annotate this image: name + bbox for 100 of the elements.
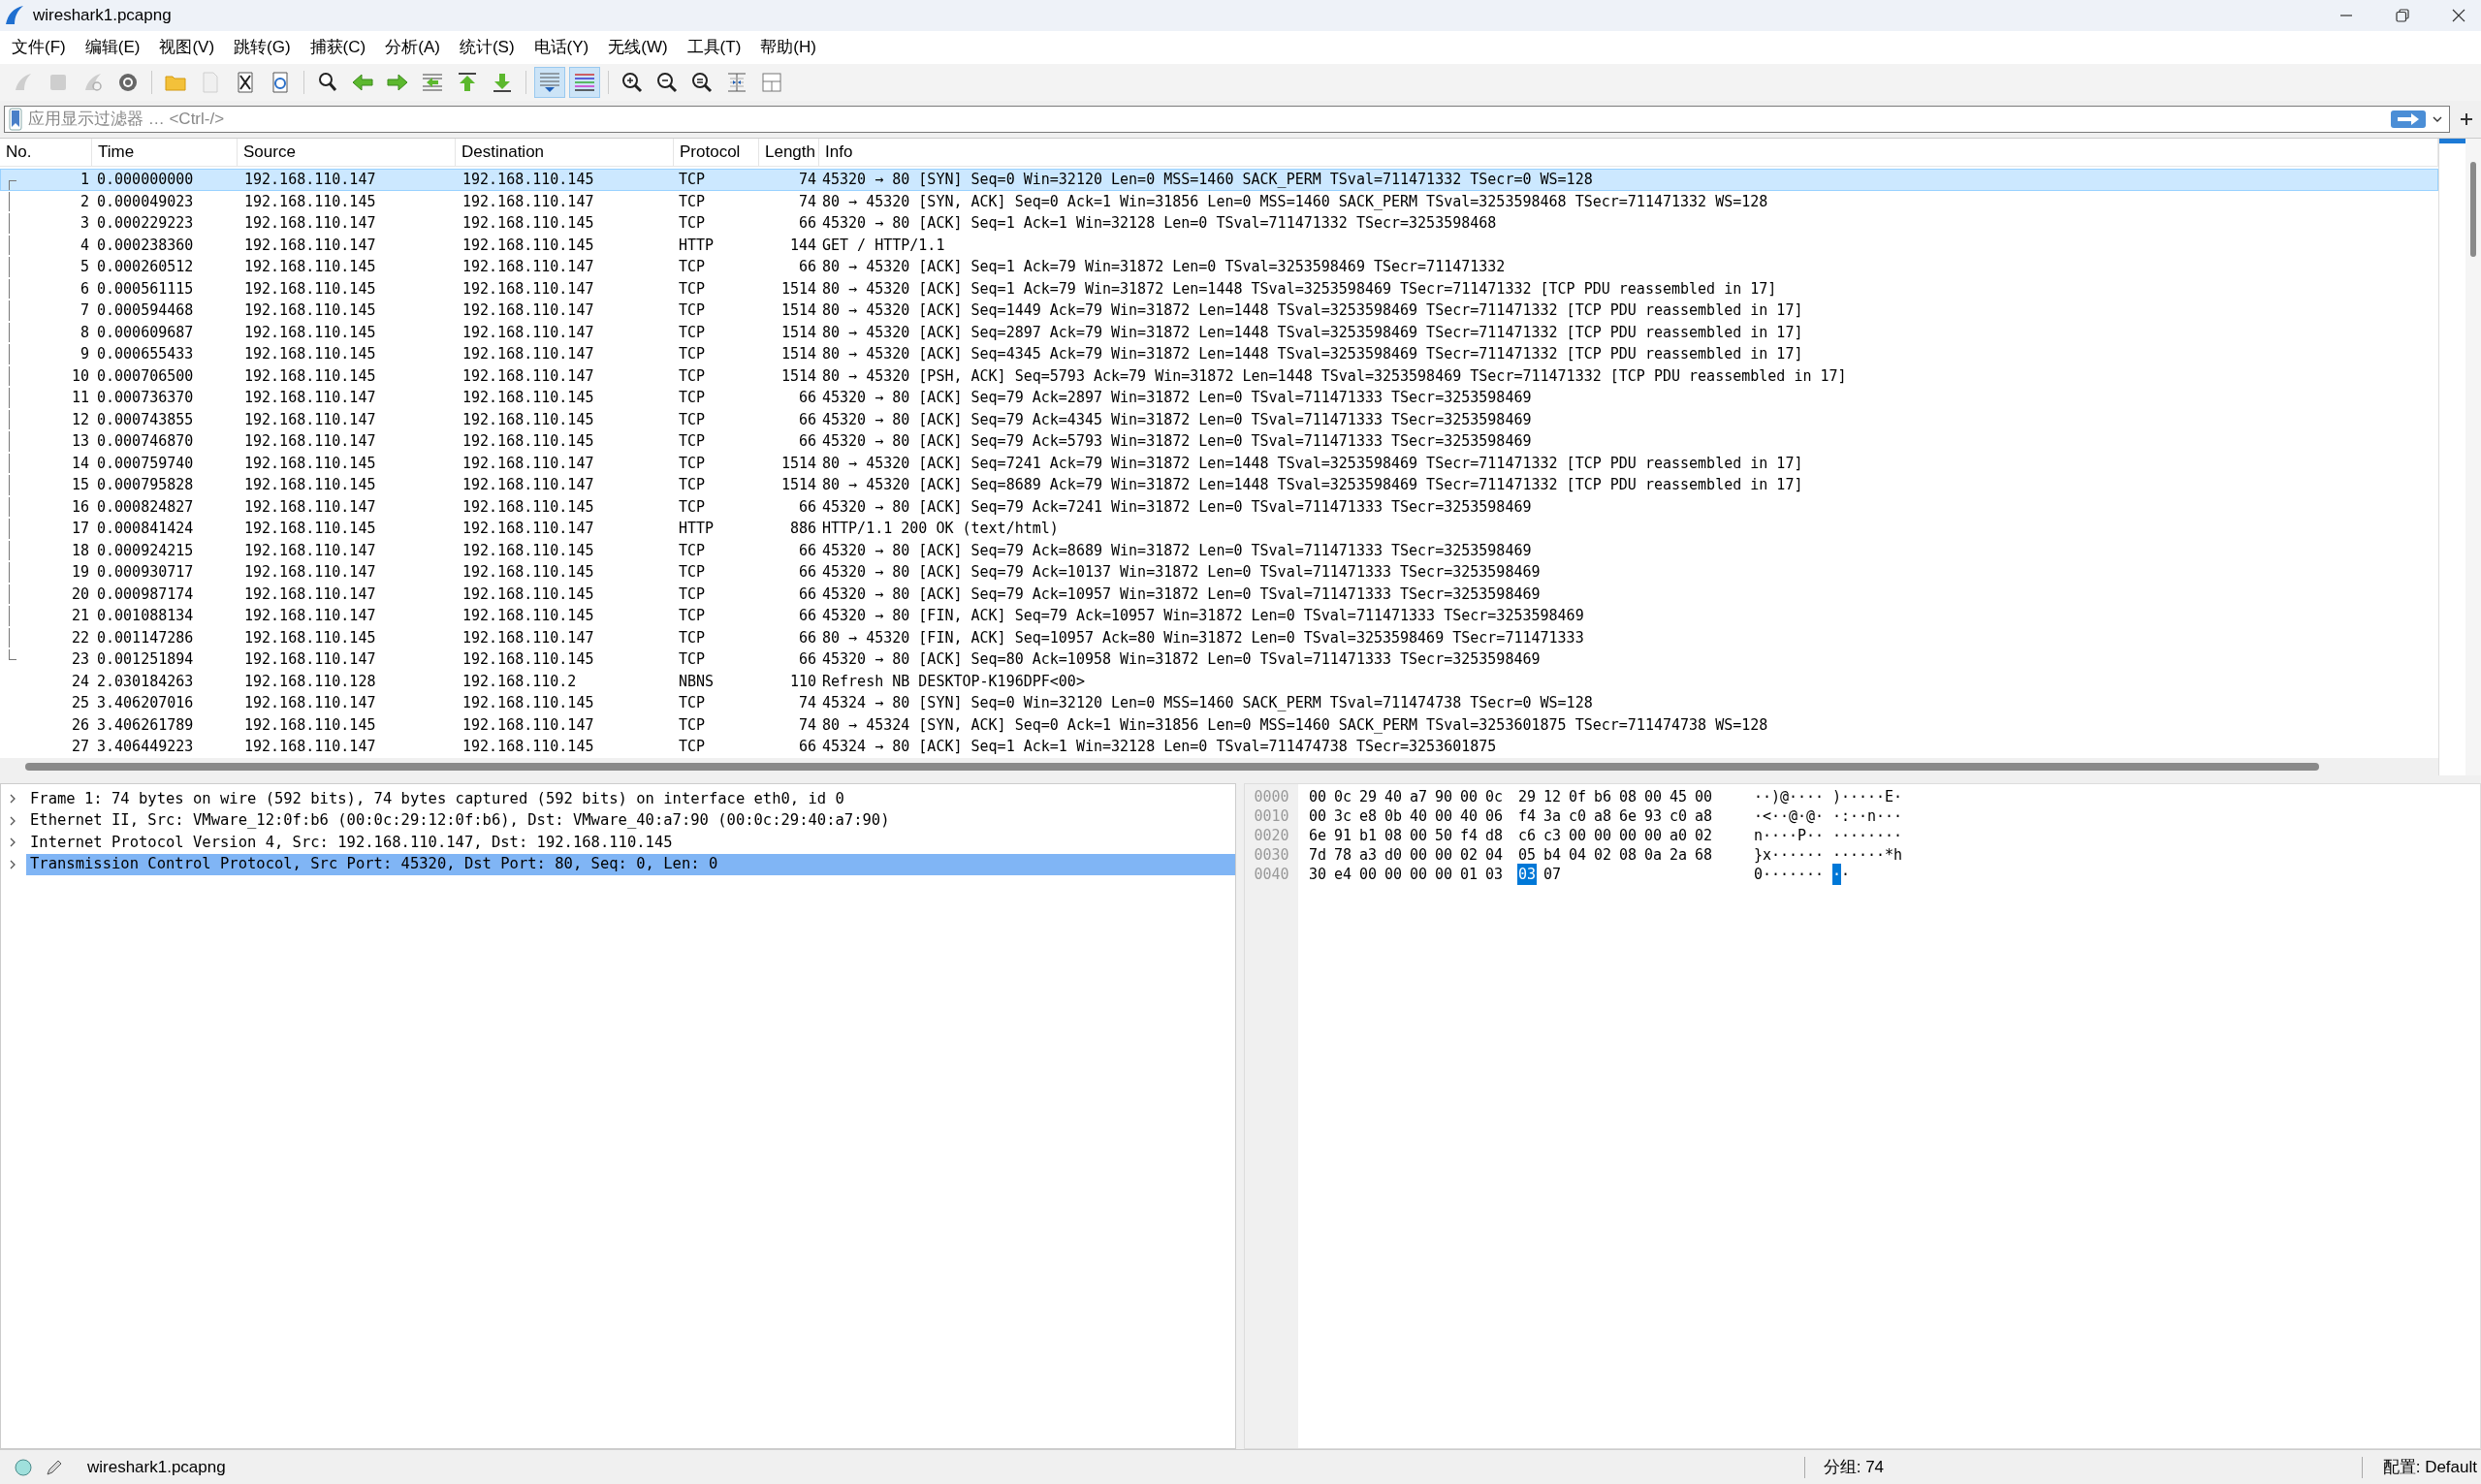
table-cell: 15: [71, 475, 89, 495]
table-cell: 19: [71, 562, 89, 583]
packet-row[interactable]: 7 0.000594468 192.168.110.145 192.168.110.147 TCP 1514 80 → 45320 [ACK] Seq=1449 Ack=79 Win=31872 Len=1448 TSval=3253598469 TSecr=711471332 [TCP PDU reassembled in 17]: [0, 300, 2438, 322]
packet-row[interactable]: 24 2.030184263 192.168.110.128 192.168.110.2 NBNS 110 Refresh NB DESKTOP-K196DPF<00>: [0, 670, 2438, 692]
plus-icon[interactable]: [2460, 112, 2473, 126]
tree-item[interactable]: Transmission Control Protocol, Src Port: 45320, Dst Port: 80, Seq: 0, Len: 0: [26, 853, 1235, 875]
table-cell: 45320 → 80 [ACK] Seq=79 Ack=2897 Win=31872 Len=0 TSval=711471333 TSecr=3253598469: [822, 389, 1532, 406]
table-cell: TCP: [679, 171, 706, 188]
scrollbar-thumb[interactable]: [2470, 162, 2476, 257]
restore-icon[interactable]: [2396, 9, 2409, 22]
packet-row[interactable]: 26 3.406261789 192.168.110.145 192.168.110.147 TCP 74 80 → 45324 [SYN, ACK] Seq=0 Ack=1 Win=31856 Len=0 MSS=1460 SACK_PERM TSval=3253601875 TSecr=711474738 WS=128: [0, 713, 2438, 736]
bookmark-icon[interactable]: [9, 108, 22, 131]
menu-item[interactable]: 无线(W): [598, 35, 678, 60]
table-cell: 45320 → 80 [ACK] Seq=79 Ack=10957 Win=31872 Len=0 TSval=711471333 TSecr=3253598469: [822, 584, 1541, 603]
packet-row[interactable]: 19 0.000930717 192.168.110.147 192.168.110.145 TCP 66 45320 → 80 [ACK] Seq=79 Ack=10137 Win=31872 Len=0 TSval=711471333 TSecr=3253598469: [0, 561, 2438, 584]
caret-icon[interactable]: [2432, 114, 2443, 124]
table-cell: 192.168.110.145: [462, 738, 594, 755]
menu-item[interactable]: 文件(F): [2, 35, 76, 60]
packet-row[interactable]: 16 0.000824827 192.168.110.147 192.168.110.145 TCP 66 45320 → 80 [ACK] Seq=79 Ack=7241 Win=31872 Len=0 TSval=711471333 TSecr=3253598469: [0, 495, 2438, 518]
packet-row[interactable]: 8 0.000609687 192.168.110.145 192.168.110.147 TCP 1514 80 → 45320 [ACK] Seq=2897 Ack=79 Win=31872 Len=1448 TSval=3253598469 TSecr=711471332 [TCP PDU reassembled in 17]: [0, 321, 2438, 343]
table-cell: TCP: [679, 389, 706, 406]
packet-row[interactable]: 9 0.000655433 192.168.110.145 192.168.110.147 TCP 1514 80 → 45320 [ACK] Seq=4345 Ack=79 Win=31872 Len=1448 TSval=3253598469 TSecr=711471332 [TCP PDU reassembled in 17]: [0, 343, 2438, 365]
table-cell: 3.406449223: [97, 738, 194, 755]
menu-item[interactable]: 跳转(G): [224, 35, 301, 60]
vertical-scrollbar[interactable]: [2438, 139, 2481, 775]
table-cell: 192.168.110.145: [462, 563, 594, 581]
menu-item[interactable]: 分析(A): [375, 35, 450, 60]
profile-name: 配置: Default: [2382, 1456, 2477, 1478]
layout-panes-icon: [760, 71, 783, 94]
table-cell: 74: [798, 171, 816, 188]
menu-item[interactable]: 电话(Y): [524, 35, 599, 60]
column-header[interactable]: Source: [238, 139, 456, 166]
packet-row[interactable]: 3 0.000229223 192.168.110.147 192.168.110.145 TCP 66 45320 → 80 [ACK] Seq=1 Ack=1 Win=32128 Len=0 TSval=711471332 TSecr=3253598468: [0, 212, 2438, 235]
table-cell: 66: [798, 628, 816, 647]
table-cell: TCP: [679, 192, 706, 210]
horizontal-scrollbar[interactable]: [0, 758, 2438, 775]
table-cell: 66: [798, 214, 816, 232]
packet-row[interactable]: 2 0.000049023 192.168.110.145 192.168.110.147 TCP 74 80 → 45320 [SYN, ACK] Seq=0 Ack=1 Win=31856 Len=0 MSS=1460 SACK_PERM TSval=3253598468 TSecr=711471332 WS=128: [0, 190, 2438, 212]
packet-row[interactable]: 23 0.001251894 192.168.110.147 192.168.110.145 TCP 66 45320 → 80 [ACK] Seq=80 Ack=10958 Win=31872 Len=0 TSval=711471333 TSecr=3253598469: [0, 648, 2438, 671]
zoom-in-icon: [620, 71, 644, 94]
column-header[interactable]: Protocol: [674, 139, 759, 166]
hex-byte[interactable]: 03: [1517, 863, 1537, 886]
first-packet-icon: [456, 71, 479, 94]
table-cell: HTTP: [679, 236, 715, 254]
table-cell: 80 → 45320 [ACK] Seq=1 Ack=79 Win=31872 Len=1448 TSval=3253598469 TSecr=711471332 [TCP PDU reassembled in 17]: [822, 279, 1777, 298]
table-cell: 192.168.110.147: [462, 323, 594, 341]
table-cell: 0.000746870: [97, 432, 194, 450]
column-header[interactable]: No.: [0, 139, 92, 166]
autoscroll-button[interactable]: [534, 67, 565, 98]
packet-row[interactable]: 17 0.000841424 192.168.110.145 192.168.110.147 HTTP 886 HTTP/1.1 200 OK (text/html): [0, 518, 2438, 540]
packet-row[interactable]: 21 0.001088134 192.168.110.147 192.168.110.145 TCP 66 45320 → 80 [FIN, ACK] Seq=79 Ack=10957 Win=31872 Len=0 TSval=711471333 TSecr=3253598469: [0, 605, 2438, 627]
table-cell: Refresh NB DESKTOP-K196DPF<00>: [822, 672, 1085, 690]
close-icon[interactable]: [2452, 9, 2465, 22]
menu-item[interactable]: 编辑(E): [75, 35, 150, 60]
table-cell: 1514: [780, 301, 816, 319]
packet-row[interactable]: 5 0.000260512 192.168.110.145 192.168.110.147 TCP 66 80 → 45320 [ACK] Seq=1 Ack=79 Win=31872 Len=0 TSval=3253598469 TSecr=711471332: [0, 256, 2438, 278]
tree-item[interactable]: Ethernet II, Src: VMware_12:0f:b6 (00:0c:29:12:0f:b6), Dst: VMware_40:a7:90 (00:0c:29:40:a7:90): [26, 809, 1235, 832]
packet-row[interactable]: 6 0.000561115 192.168.110.145 192.168.110.147 TCP 1514 80 → 45320 [ACK] Seq=1 Ack=79 Win=31872 Len=1448 TSval=3253598469 TSecr=711471332 [TCP PDU reassembled in 17]: [0, 277, 2438, 300]
table-cell: 1: [80, 170, 89, 190]
packet-row[interactable]: 4 0.000238360 192.168.110.147 192.168.110.145 HTTP 144 GET / HTTP/1.1: [0, 234, 2438, 256]
scrollbar-thumb[interactable]: [25, 763, 2319, 771]
table-cell: 192.168.110.145: [244, 476, 376, 493]
menu-item[interactable]: 工具(T): [677, 35, 751, 60]
menu-item[interactable]: 视图(V): [149, 35, 225, 60]
menu-item[interactable]: 帮助(H): [750, 35, 826, 60]
table-cell: 192.168.110.145: [244, 323, 376, 341]
ascii-char[interactable]: ·: [1832, 863, 1841, 886]
column-header[interactable]: Time: [92, 139, 238, 166]
packet-row[interactable]: 11 0.000736370 192.168.110.147 192.168.110.145 TCP 66 45320 → 80 [ACK] Seq=79 Ack=2897 Win=31872 Len=0 TSval=711471333 TSecr=3253598469: [0, 387, 2438, 409]
table-cell: 45320 → 80 [SYN] Seq=0 Win=32120 Len=0 MSS=1460 SACK_PERM TSval=711471332 TSecr=0 WS=128: [822, 171, 1593, 188]
packet-row[interactable]: 22 0.001147286 192.168.110.145 192.168.110.147 TCP 66 80 → 45320 [FIN, ACK] Seq=10957 Ack=80 Win=31872 Len=0 TSval=3253598469 TSecr=711471333: [0, 626, 2438, 648]
colorize-button[interactable]: [569, 67, 600, 98]
table-cell: 192.168.110.147: [244, 214, 376, 232]
menu-item[interactable]: 捕获(C): [300, 35, 376, 60]
packet-row[interactable]: 25 3.406207016 192.168.110.147 192.168.110.145 TCP 74 45324 → 80 [SYN] Seq=0 Win=32120 Len=0 MSS=1460 SACK_PERM TSval=711474738 TSecr=0 WS=128: [0, 692, 2438, 714]
table-cell: 192.168.110.145: [244, 366, 376, 385]
tree-item[interactable]: Frame 1: 74 bytes on wire (592 bits), 74 bytes captured (592 bits) on interface eth0, id 0: [26, 788, 1235, 810]
packet-row[interactable]: 18 0.000924215 192.168.110.147 192.168.110.145 TCP 66 45320 → 80 [ACK] Seq=79 Ack=8689 Win=31872 Len=0 TSval=711471333 TSecr=3253598469: [0, 539, 2438, 561]
table-cell: 45320 → 80 [FIN, ACK] Seq=79 Ack=10957 Win=31872 Len=0 TSval=711471333 TSecr=3253598469: [822, 607, 1584, 624]
menu-item[interactable]: 统计(S): [449, 35, 525, 60]
packet-row[interactable]: 27 3.406449223 192.168.110.147 192.168.110.145 TCP 66 45324 → 80 [ACK] Seq=1 Ack=1 Win=32128 Len=0 TSval=711474738 TSecr=3253601875: [0, 736, 2438, 758]
packet-row[interactable]: 15 0.000795828 192.168.110.145 192.168.110.147 TCP 1514 80 → 45320 [ACK] Seq=8689 Ack=79 Win=31872 Len=1448 TSval=3253598469 TSecr=711471332 [TCP PDU reassembled in 17]: [0, 474, 2438, 496]
table-cell: 192.168.110.147: [462, 476, 594, 493]
packet-row[interactable]: 14 0.000759740 192.168.110.145 192.168.110.147 TCP 1514 80 → 45320 [ACK] Seq=7241 Ack=79 Win=31872 Len=1448 TSval=3253598469 TSecr=711471332 [TCP PDU reassembled in 17]: [0, 452, 2438, 474]
column-header[interactable]: Destination: [456, 139, 674, 166]
table-cell: 192.168.110.128: [244, 672, 376, 690]
table-cell: 192.168.110.147: [244, 236, 376, 254]
table-cell: 192.168.110.145: [244, 454, 376, 472]
packet-row[interactable]: 1 0.000000000 192.168.110.147 192.168.110.145 TCP 74 45320 → 80 [SYN] Seq=0 Win=32120 Len=0 MSS=1460 SACK_PERM TSval=711471332 TSecr=0 WS=128: [0, 169, 2438, 191]
packet-row[interactable]: 20 0.000987174 192.168.110.147 192.168.110.145 TCP 66 45320 → 80 [ACK] Seq=79 Ack=10957 Win=31872 Len=0 TSval=711471333 TSecr=3253598469: [0, 583, 2438, 605]
table-cell: 74: [798, 715, 816, 734]
tree-item[interactable]: Internet Protocol Version 4, Src: 192.168.110.147, Dst: 192.168.110.145: [26, 832, 1235, 854]
packet-row[interactable]: 10 0.000706500 192.168.110.145 192.168.110.147 TCP 1514 80 → 45320 [PSH, ACK] Seq=5793 Ack=79 Win=31872 Len=1448 TSval=3253598469 TSecr=711471332 [TCP PDU reassembled in 17]: [0, 364, 2438, 387]
column-header[interactable]: Length: [759, 139, 819, 166]
packet-row[interactable]: 13 0.000746870 192.168.110.147 192.168.110.145 TCP 66 45320 → 80 [ACK] Seq=79 Ack=5793 Win=31872 Len=0 TSval=711471333 TSecr=3253598469: [0, 430, 2438, 453]
table-cell: 0.000841424: [97, 520, 194, 537]
table-cell: TCP: [679, 410, 706, 428]
packet-row[interactable]: 12 0.000743855 192.168.110.147 192.168.110.145 TCP 66 45320 → 80 [ACK] Seq=79 Ack=4345 Win=31872 Len=0 TSval=711471333 TSecr=3253598469: [0, 408, 2438, 430]
status-circle-icon[interactable]: [14, 1457, 33, 1477]
table-cell: TCP: [679, 258, 706, 275]
